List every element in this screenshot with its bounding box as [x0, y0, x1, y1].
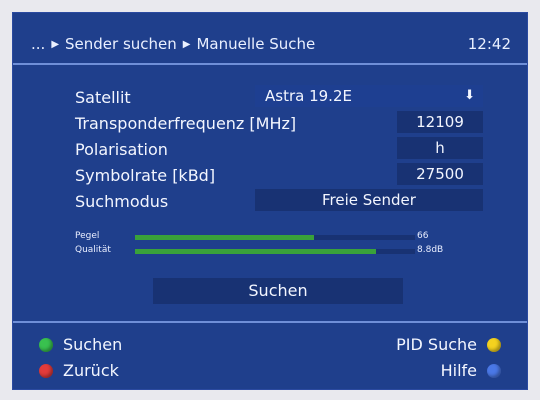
satellite-dropdown[interactable]: Astra 19.2E ⬇: [255, 85, 483, 107]
transponder-field[interactable]: 12109: [397, 111, 483, 133]
footer-blue-action[interactable]: Hilfe: [441, 361, 501, 380]
pegel-track: [135, 235, 415, 240]
transponder-label: Transponderfrequenz [MHz]: [75, 114, 297, 133]
footer-yellow-label: PID Suche: [396, 335, 477, 354]
meter-pegel: Pegel 66: [75, 231, 485, 243]
breadcrumb-prefix: ...: [31, 35, 46, 53]
row-polarisation[interactable]: Polarisation h: [75, 137, 485, 161]
qualitaet-fill: [135, 249, 376, 254]
footer-green-label: Suchen: [63, 335, 123, 354]
breadcrumb-item-sender-suchen[interactable]: Sender suchen: [65, 35, 177, 53]
footer-red-action[interactable]: Zurück: [39, 361, 119, 380]
satellite-value: Astra 19.2E: [265, 87, 352, 105]
tv-screen: ... ▶ Sender suchen ▶ Manuelle Suche 12:…: [12, 12, 528, 390]
qualitaet-track: [135, 249, 415, 254]
down-arrow-icon: ⬇: [464, 88, 475, 103]
pegel-label: Pegel: [75, 231, 100, 241]
footer-blue-label: Hilfe: [440, 361, 477, 380]
header-divider: [13, 63, 527, 65]
triangle-right-icon: ▶: [51, 38, 60, 50]
symbolrate-label: Symbolrate [kBd]: [75, 166, 216, 185]
suchmodus-label: Suchmodus: [75, 192, 169, 211]
row-suchmodus[interactable]: Suchmodus Freie Sender: [75, 189, 485, 213]
signal-meters: Pegel 66 Qualität 8.8dB: [75, 231, 485, 259]
breadcrumb-item-manuelle-suche: Manuelle Suche: [196, 35, 316, 53]
footer-green-action[interactable]: Suchen: [39, 335, 122, 354]
clock: 12:42: [467, 35, 511, 53]
row-symbolrate[interactable]: Symbolrate [kBd] 27500: [75, 163, 485, 187]
header: ... ▶ Sender suchen ▶ Manuelle Suche 12:…: [13, 13, 527, 57]
blue-dot-icon: [487, 363, 501, 378]
triangle-right-icon: ▶: [182, 38, 191, 50]
red-dot-icon: [39, 363, 53, 378]
polarisation-field[interactable]: h: [397, 137, 483, 159]
footer-divider: [13, 321, 527, 323]
footer: Suchen Zurück PID Suche Hilfe: [13, 327, 527, 387]
row-satellite[interactable]: Satellit Astra 19.2E ⬇: [75, 85, 485, 109]
qualitaet-value: 8.8dB: [417, 245, 444, 255]
breadcrumb: ... ▶ Sender suchen ▶ Manuelle Suche: [31, 35, 315, 53]
pegel-fill: [135, 235, 315, 240]
row-transponder[interactable]: Transponderfrequenz [MHz] 12109: [75, 111, 485, 135]
polarisation-label: Polarisation: [75, 140, 168, 159]
qualitaet-label: Qualität: [75, 245, 111, 255]
symbolrate-field[interactable]: 27500: [397, 163, 483, 185]
satellite-label: Satellit: [75, 88, 131, 107]
suchmodus-field[interactable]: Freie Sender: [255, 189, 483, 211]
green-dot-icon: [39, 337, 53, 352]
meter-qualitaet: Qualität 8.8dB: [75, 245, 485, 257]
yellow-dot-icon: [487, 337, 501, 352]
pegel-value: 66: [417, 231, 429, 241]
search-button[interactable]: Suchen: [153, 278, 403, 304]
footer-red-label: Zurück: [63, 361, 119, 380]
footer-yellow-action[interactable]: PID Suche: [396, 335, 501, 354]
